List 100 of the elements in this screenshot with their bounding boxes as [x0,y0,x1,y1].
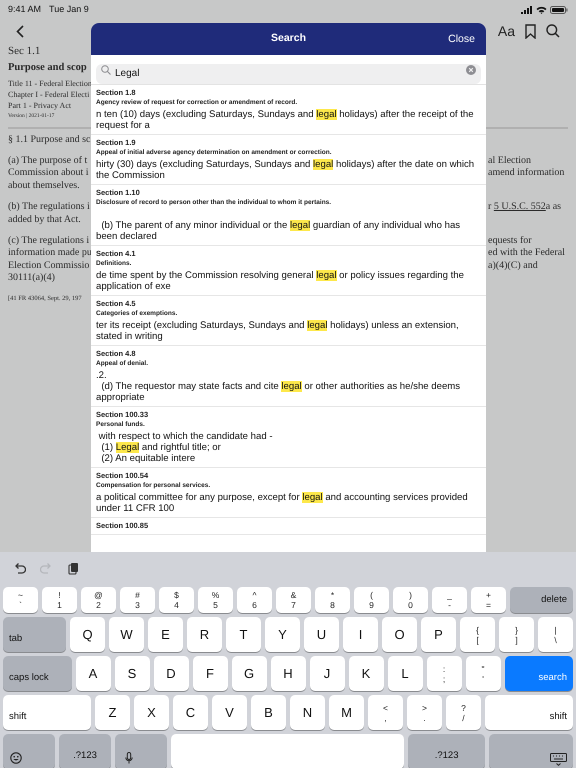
document-meta: Part 1 - Privacy Act [8,100,72,111]
search-field[interactable]: Legal [96,64,481,84]
dialog-title: Search [270,31,306,46]
result-snippet: (b) The parent of any minor individual or the legal guardian of any individual who has been declared [96,219,462,242]
key[interactable]: & 7 [276,587,311,613]
key[interactable]: A [76,656,110,691]
key[interactable]: O [382,617,417,652]
search-icon[interactable] [546,24,560,38]
key[interactable]: ? / [446,695,481,730]
key[interactable]: | \ [538,617,573,652]
paragraph-line: information made pu [8,247,91,260]
paragraph-line: added by that Act. [8,214,82,226]
key[interactable]: " ' [466,656,500,691]
key[interactable]: F [192,656,228,691]
result-snippet: a political committee for any purpose, except for legal and accounting services provided under 11 CFR 100 [96,492,469,514]
key[interactable]: U [304,617,339,652]
key[interactable]: N [290,695,325,730]
key[interactable]: * 8 [315,587,350,613]
result-snippet: n ten (10) days (excluding Saturdays, Sundays and legal holidays) after the receipt of the request for a [96,109,475,131]
citation-link[interactable]: 5 U.S.C. 552 [494,201,546,212]
key[interactable]: } ] [499,617,534,652]
status-date: Tue Jan 9 [49,3,89,16]
status-time: 9:41 AM [8,3,42,16]
key[interactable]: < , [368,695,403,730]
key[interactable]: + = [471,587,506,613]
key[interactable]: C [173,695,208,730]
key[interactable]: Q [70,617,105,652]
search-icon [101,65,111,75]
key[interactable]: V [212,695,247,730]
key[interactable]: _ - [432,587,467,613]
paragraph-line: a)(4)(C) and [488,260,538,272]
paragraph-line: (b) The regulations i [8,201,91,214]
key[interactable]: I [343,617,378,652]
key[interactable]: L [388,656,422,691]
signal-icon [521,6,533,14]
key[interactable]: ~ ` [3,587,38,613]
key[interactable]: $ 4 [159,587,194,613]
key[interactable]: J [310,656,344,691]
key[interactable]: delete [510,587,573,613]
key[interactable]: .?123 [408,734,486,768]
key[interactable]: caps lock [3,656,72,691]
paragraph-line: ed with the Federal [488,247,565,260]
back-icon[interactable] [16,24,24,38]
key[interactable]: Z [95,695,130,730]
key[interactable]: shift [485,695,573,730]
search-key[interactable]: search [504,656,573,691]
paragraph-line: (c) The regulations i [8,235,90,248]
key[interactable]: E [148,617,183,652]
key[interactable]: .?123 [59,734,111,768]
key[interactable]: ! 1 [42,587,77,613]
key[interactable]: P [421,617,456,652]
font-size-button[interactable]: Aa [498,20,515,42]
key[interactable]: shift [3,695,91,730]
key[interactable]: : ; [426,656,462,691]
key[interactable]: > . [407,695,442,730]
key[interactable]: K [348,656,384,691]
key[interactable]: { [ [460,617,495,652]
document-heading: Purpose and scop [8,61,88,75]
paragraph-line: amend information [488,167,564,180]
result-snippet: with respect to which the candidate had - (1) Legal and rightful title; or (2) An equitable intere [98,431,274,464]
battery-icon [550,6,568,14]
result-snippet: .2. (d) The requestor may state facts and cite legal or other authorities as he/she deems appropriate [96,370,462,403]
paragraph-line: equests for [488,235,532,248]
document-meta: Title 11 - Federal Election [8,78,91,89]
key[interactable]: ( 9 [354,587,389,613]
paragraph-line: Commission about i [8,167,90,180]
result-snippet: ter its receipt (excluding Saturdays, Sundays and legal holidays) unless an extension, stated in writing [96,320,460,342]
key[interactable]: B [251,695,286,730]
key[interactable]: S [114,656,150,691]
key[interactable]: X [134,695,169,730]
microphone-icon [125,752,133,764]
smiley-icon [10,752,22,764]
paragraph-line: r 5 U.S.C. 552a as [488,201,562,214]
key[interactable]: M [329,695,364,730]
wifi-icon [536,6,547,14]
key[interactable]: Y [265,617,300,652]
key[interactable]: D [154,656,188,691]
paragraph-line: 30111(a)(4) [8,272,56,285]
key[interactable]: T [226,617,261,652]
close-button[interactable]: Close [448,32,475,48]
document-meta: Chapter I - Federal Electi [8,89,90,100]
key[interactable]: # 3 [120,587,155,613]
hide-keyboard-key[interactable] [489,734,573,768]
key[interactable]: ^ 6 [237,587,272,613]
key[interactable]: H [270,656,306,691]
key[interactable]: G [232,656,266,691]
emoji-key[interactable] [3,734,55,768]
clear-icon[interactable] [466,65,476,75]
bookmark-icon[interactable] [525,24,536,38]
paragraph-line: Election Commissio [8,260,90,272]
key[interactable]: tab [3,617,66,652]
key[interactable]: W [109,617,144,652]
clipboard-icon[interactable] [67,562,80,575]
paragraph-line: about themselves. [8,180,81,192]
key[interactable]: ) 0 [393,587,428,613]
undo-icon[interactable] [13,562,26,575]
key[interactable]: R [187,617,222,652]
section-heading: § 1.1 Purpose and sc [8,133,91,146]
key[interactable]: @ 2 [81,587,116,613]
key[interactable]: % 5 [198,587,233,613]
